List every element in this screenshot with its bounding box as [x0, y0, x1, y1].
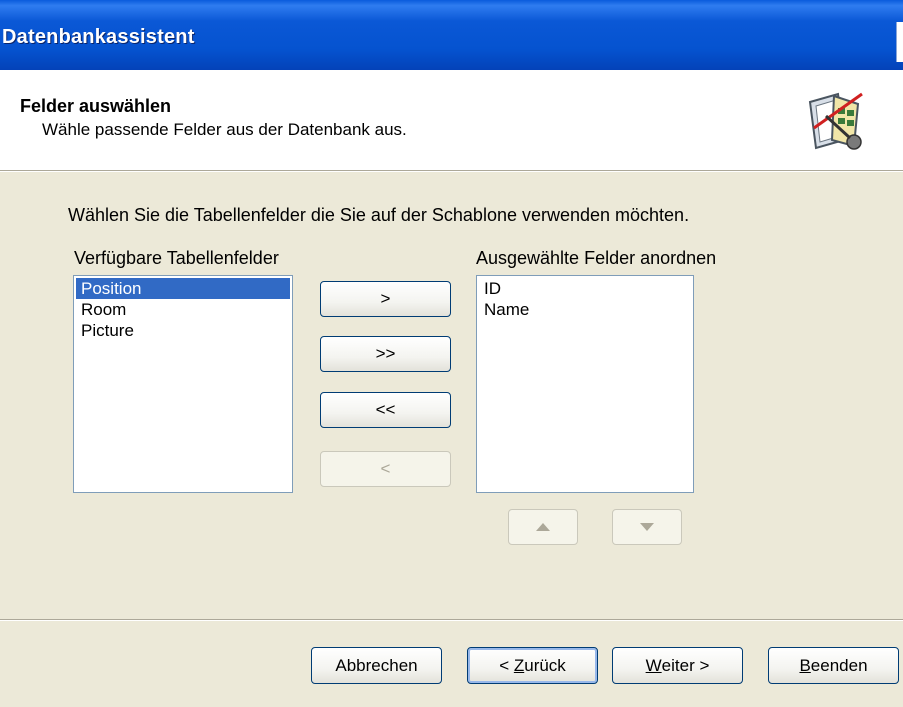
add-all-fields-button[interactable]: >>	[320, 336, 451, 372]
back-button-mnemonic: Z	[513, 655, 525, 675]
add-field-button[interactable]: >	[320, 281, 451, 317]
wizard-document-icon	[808, 92, 863, 150]
remove-field-button[interactable]: <	[320, 451, 451, 487]
back-button-label: urück	[524, 655, 566, 675]
cancel-button[interactable]: Abbrechen	[311, 647, 442, 684]
wizard-header: Felder auswählen Wähle passende Felder a…	[0, 70, 903, 171]
list-item[interactable]: Position	[76, 278, 290, 299]
remove-all-fields-button[interactable]: <<	[320, 392, 451, 428]
move-up-button[interactable]	[508, 509, 578, 545]
footer-divider	[0, 619, 903, 621]
list-item[interactable]: Room	[76, 299, 290, 320]
available-fields-list[interactable]: Position Room Picture	[73, 275, 293, 493]
finish-button-label: eenden	[810, 655, 868, 675]
next-button-mnemonic: W	[645, 655, 662, 675]
instruction-text: Wählen Sie die Tabellenfelder die Sie au…	[68, 205, 690, 225]
page-title: Felder auswählen	[20, 96, 172, 116]
header-separator	[0, 171, 903, 172]
back-button-prefix: <	[499, 655, 514, 675]
move-down-arrow-icon	[640, 523, 654, 531]
next-button[interactable]: Weiter >	[612, 647, 743, 684]
finish-button-mnemonic: B	[799, 655, 811, 675]
move-down-button[interactable]	[612, 509, 682, 545]
available-fields-label: Verfügbare Tabellenfelder	[74, 248, 279, 268]
title-bar[interactable]: Datenbankassistent	[0, 0, 903, 70]
page-subtitle: Wähle passende Felder aus der Datenbank …	[42, 120, 407, 139]
selected-fields-label: Ausgewählte Felder anordnen	[476, 248, 717, 268]
back-button[interactable]: < Zurück	[467, 647, 598, 684]
move-up-arrow-icon	[536, 523, 550, 531]
list-item[interactable]: ID	[479, 278, 691, 299]
window-title: Datenbankassistent	[2, 26, 195, 48]
finish-button[interactable]: Beenden	[768, 647, 899, 684]
list-item[interactable]: Picture	[76, 320, 290, 341]
title-bar-button-edge[interactable]	[896, 22, 903, 62]
next-button-label: eiter >	[661, 655, 710, 675]
selected-fields-list[interactable]: ID Name	[476, 275, 694, 493]
list-item[interactable]: Name	[479, 299, 691, 320]
